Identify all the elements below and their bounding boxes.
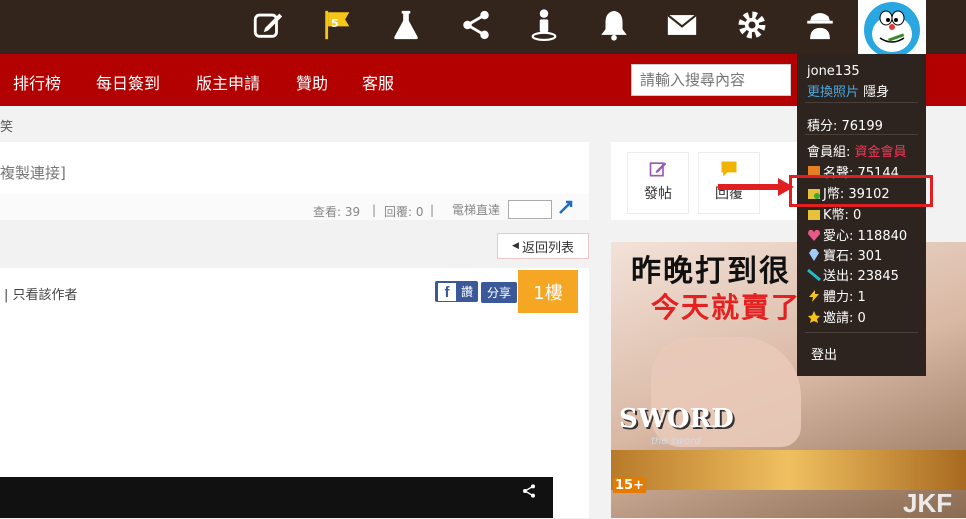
ad-sword-image (611, 450, 966, 490)
search-input[interactable] (631, 64, 791, 96)
views-count: 查看: 39 (313, 205, 361, 219)
nav-item-ranking[interactable]: 排行榜 (13, 70, 61, 94)
group-label: 會員組: (807, 145, 851, 160)
points-stat: 積分: 76199 (807, 119, 883, 134)
stamina-stat: 體力: 1 (823, 290, 866, 305)
avatar[interactable] (858, 0, 926, 54)
invisible-toggle[interactable]: 隱身 (863, 85, 889, 100)
username: jone135 (807, 64, 860, 79)
facebook-icon: f (438, 282, 456, 301)
site-watermark: JKF (903, 488, 953, 518)
ad-logo-sub: the sword (651, 436, 701, 447)
star-icon (808, 311, 820, 323)
only-author-link[interactable]: | 只看該作者 (4, 284, 78, 303)
spy-icon[interactable] (800, 5, 840, 45)
new-post-button[interactable]: 發帖 (627, 152, 689, 214)
annotation-arrow (718, 178, 794, 196)
bell-icon[interactable] (594, 5, 634, 45)
new-post-icon (649, 162, 667, 177)
kcoin-icon (808, 210, 820, 220)
flag-icon[interactable]: 5 (318, 5, 358, 45)
share-icon[interactable] (456, 5, 496, 45)
chevron-left-icon: ◀ (512, 241, 519, 251)
ad-headline: 昨晚打到很 (631, 254, 791, 289)
back-to-list-button[interactable]: ◀ 返回列表 (497, 233, 589, 259)
nav-item-sponsor[interactable]: 贊助 (296, 70, 328, 94)
logout-button[interactable]: 登出 (811, 344, 837, 363)
flag-count-badge: 5 (331, 17, 339, 30)
user-menu-dropdown: jone135 更換照片 隱身 積分: 76199 會員組: 資金會員 名聲: … (797, 54, 926, 376)
replies-count: 回覆: 0 (384, 205, 424, 219)
facebook-like-button[interactable]: f 讚 (435, 281, 479, 302)
top-bar: 5 (0, 0, 966, 54)
love-stat: 愛心: 118840 (823, 229, 908, 244)
nav-item-daily-checkin[interactable]: 每日簽到 (96, 70, 160, 94)
lightning-icon (809, 290, 819, 302)
floor-number: 1樓 (518, 270, 578, 313)
user-location-icon[interactable] (524, 5, 564, 45)
copy-link[interactable]: 複製連接] (0, 162, 66, 183)
nav-item-support[interactable]: 客服 (362, 70, 394, 94)
group-value: 資金會員 (854, 145, 907, 160)
elevator-label: 電梯直達 (452, 203, 501, 217)
thread-header: 複製連接] 查看: 39 | 回覆: 0 | 電梯直達 (0, 142, 589, 220)
love-icon (808, 229, 820, 241)
kcoin-stat: K幣: 0 (823, 208, 862, 223)
share-button[interactable]: 分享 (481, 282, 518, 303)
elevator-go-icon[interactable] (557, 198, 575, 220)
change-photo-link[interactable]: 更換照片 (807, 85, 859, 100)
nav-item-moderator-apply[interactable]: 版主申請 (196, 70, 260, 94)
breadcrumb[interactable]: 笑 (0, 116, 13, 135)
ad-logo: SWORD (619, 404, 734, 434)
mail-icon[interactable] (662, 5, 702, 45)
gear-icon[interactable] (732, 5, 772, 45)
invite-stat: 邀請: 0 (823, 311, 866, 326)
flask-icon[interactable] (386, 5, 426, 45)
ad-subheadline: 今天就賣了 (651, 291, 802, 324)
edit-icon[interactable] (248, 5, 288, 45)
post-body: | 只看該作者 f 讚 分享 (0, 268, 589, 518)
sent-icon (807, 268, 821, 282)
sent-stat: 送出: 23845 (823, 269, 899, 284)
highlight-box (789, 175, 933, 207)
gem-stat: 寶石: 301 (823, 249, 883, 264)
elevator-input[interactable] (508, 200, 552, 219)
gem-icon (809, 249, 819, 261)
ad-rating: 15+ (613, 478, 646, 493)
embedded-video[interactable] (0, 477, 553, 518)
video-share-icon (523, 484, 535, 498)
